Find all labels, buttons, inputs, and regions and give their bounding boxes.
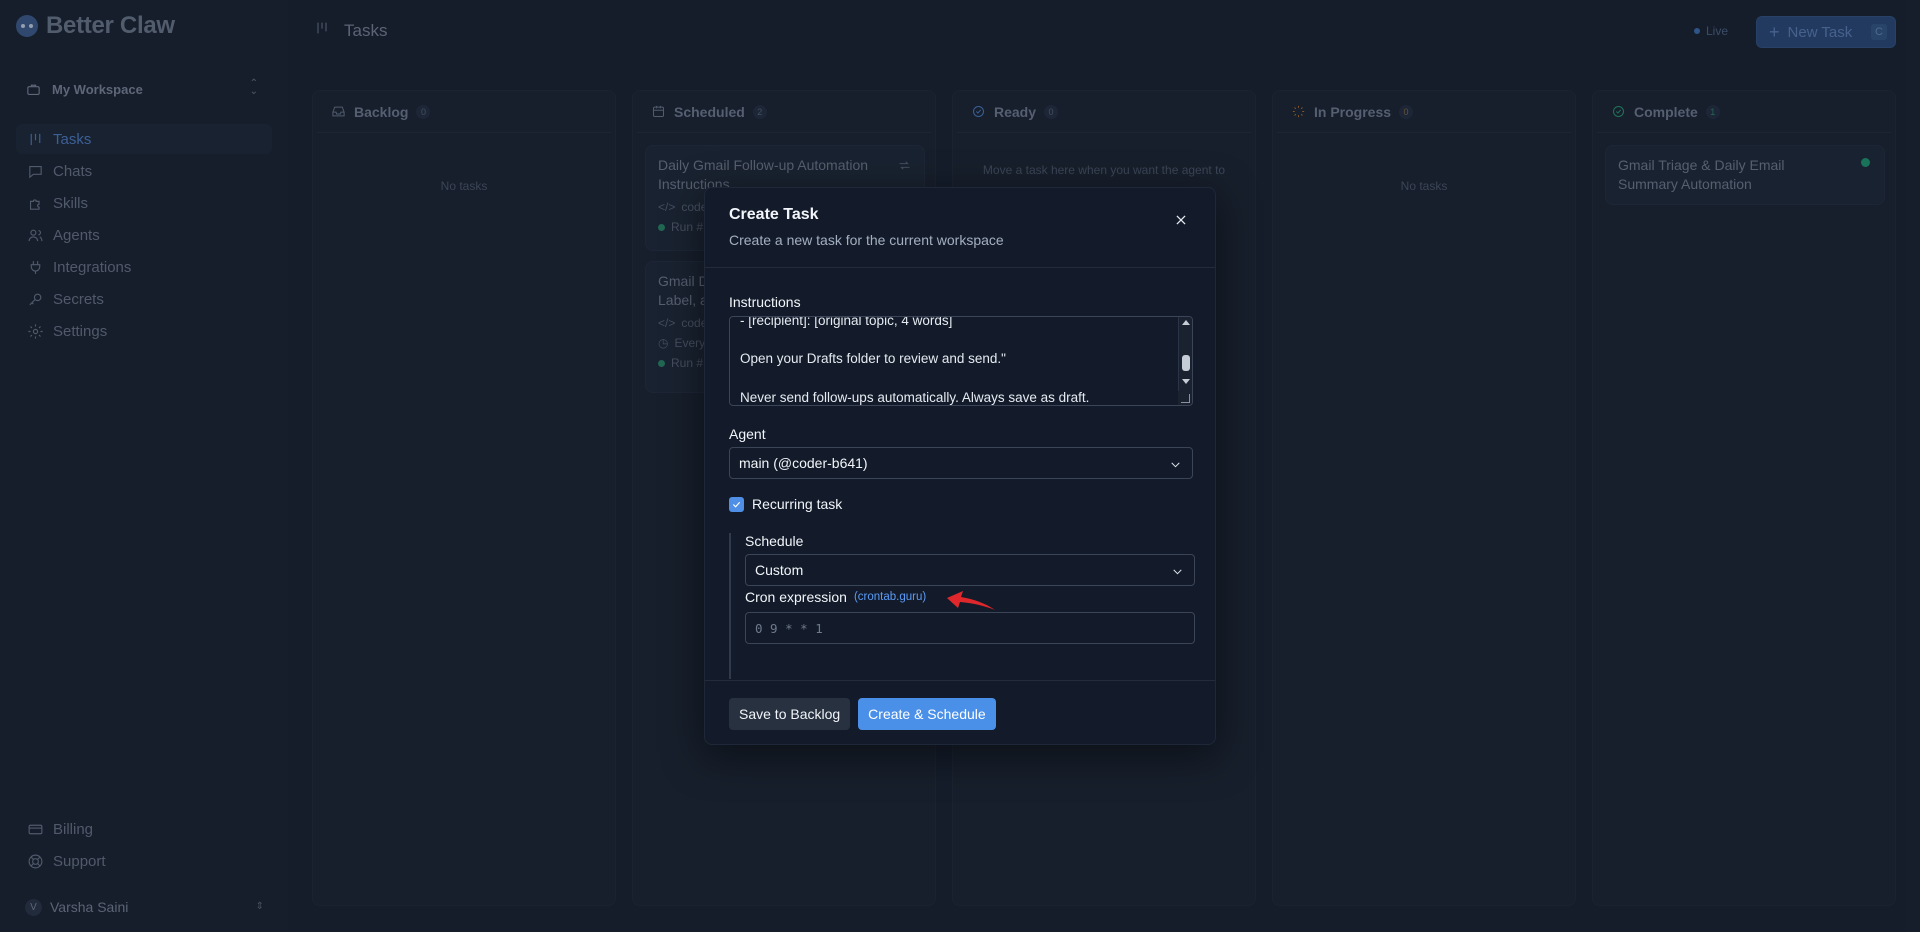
dialog-header: Create Task Create a new task for the cu…: [705, 188, 1215, 268]
close-icon: [1176, 215, 1186, 225]
agent-select[interactable]: main (@coder-b641): [729, 447, 1193, 479]
textarea-line: - [recipient]: [original topic, 4 words]: [740, 316, 953, 328]
dialog-subtitle: Create a new task for the current worksp…: [729, 232, 1004, 248]
create-task-dialog: Create Task Create a new task for the cu…: [704, 187, 1216, 745]
instructions-textarea[interactable]: - [recipient]: [original topic, 4 words]…: [729, 316, 1193, 406]
scroll-up-icon[interactable]: [1182, 320, 1190, 325]
textarea-line: Never send follow-ups automatically. Alw…: [740, 390, 1090, 405]
instructions-label: Instructions: [729, 294, 801, 310]
scroll-down-icon[interactable]: [1182, 379, 1190, 384]
schedule-label: Schedule: [745, 533, 804, 549]
check-icon: [732, 501, 741, 508]
crontab-guru-link[interactable]: (crontab.guru): [854, 591, 926, 603]
cron-label: Cron expression: [745, 589, 847, 605]
cron-label-row: Cron expression (crontab.guru): [745, 589, 926, 605]
chevron-down-icon: [1171, 462, 1180, 468]
schedule-select[interactable]: Custom: [745, 554, 1195, 586]
cron-expression-input[interactable]: [745, 612, 1195, 644]
recurring-toggle[interactable]: Recurring task: [729, 496, 842, 512]
chevron-down-icon: [1173, 569, 1182, 575]
textarea-line: Open your Drafts folder to review and se…: [740, 351, 1006, 366]
dialog-footer: Save to Backlog Create & Schedule: [705, 680, 1215, 744]
recurring-label: Recurring task: [752, 496, 843, 512]
resize-handle-icon[interactable]: [1178, 391, 1192, 405]
create-and-schedule-button[interactable]: Create & Schedule: [858, 698, 996, 730]
schedule-section: Schedule Custom Cron expression (crontab…: [729, 533, 1195, 679]
dialog-title: Create Task: [729, 206, 819, 223]
save-to-backlog-button[interactable]: Save to Backlog: [729, 698, 851, 730]
schedule-select-value: Custom: [755, 562, 804, 578]
agent-label: Agent: [729, 426, 766, 442]
scroll-thumb[interactable]: [1182, 355, 1190, 371]
close-button[interactable]: [1171, 210, 1191, 230]
agent-select-value: main (@coder-b641): [739, 455, 868, 471]
recurring-checkbox[interactable]: [729, 496, 744, 512]
